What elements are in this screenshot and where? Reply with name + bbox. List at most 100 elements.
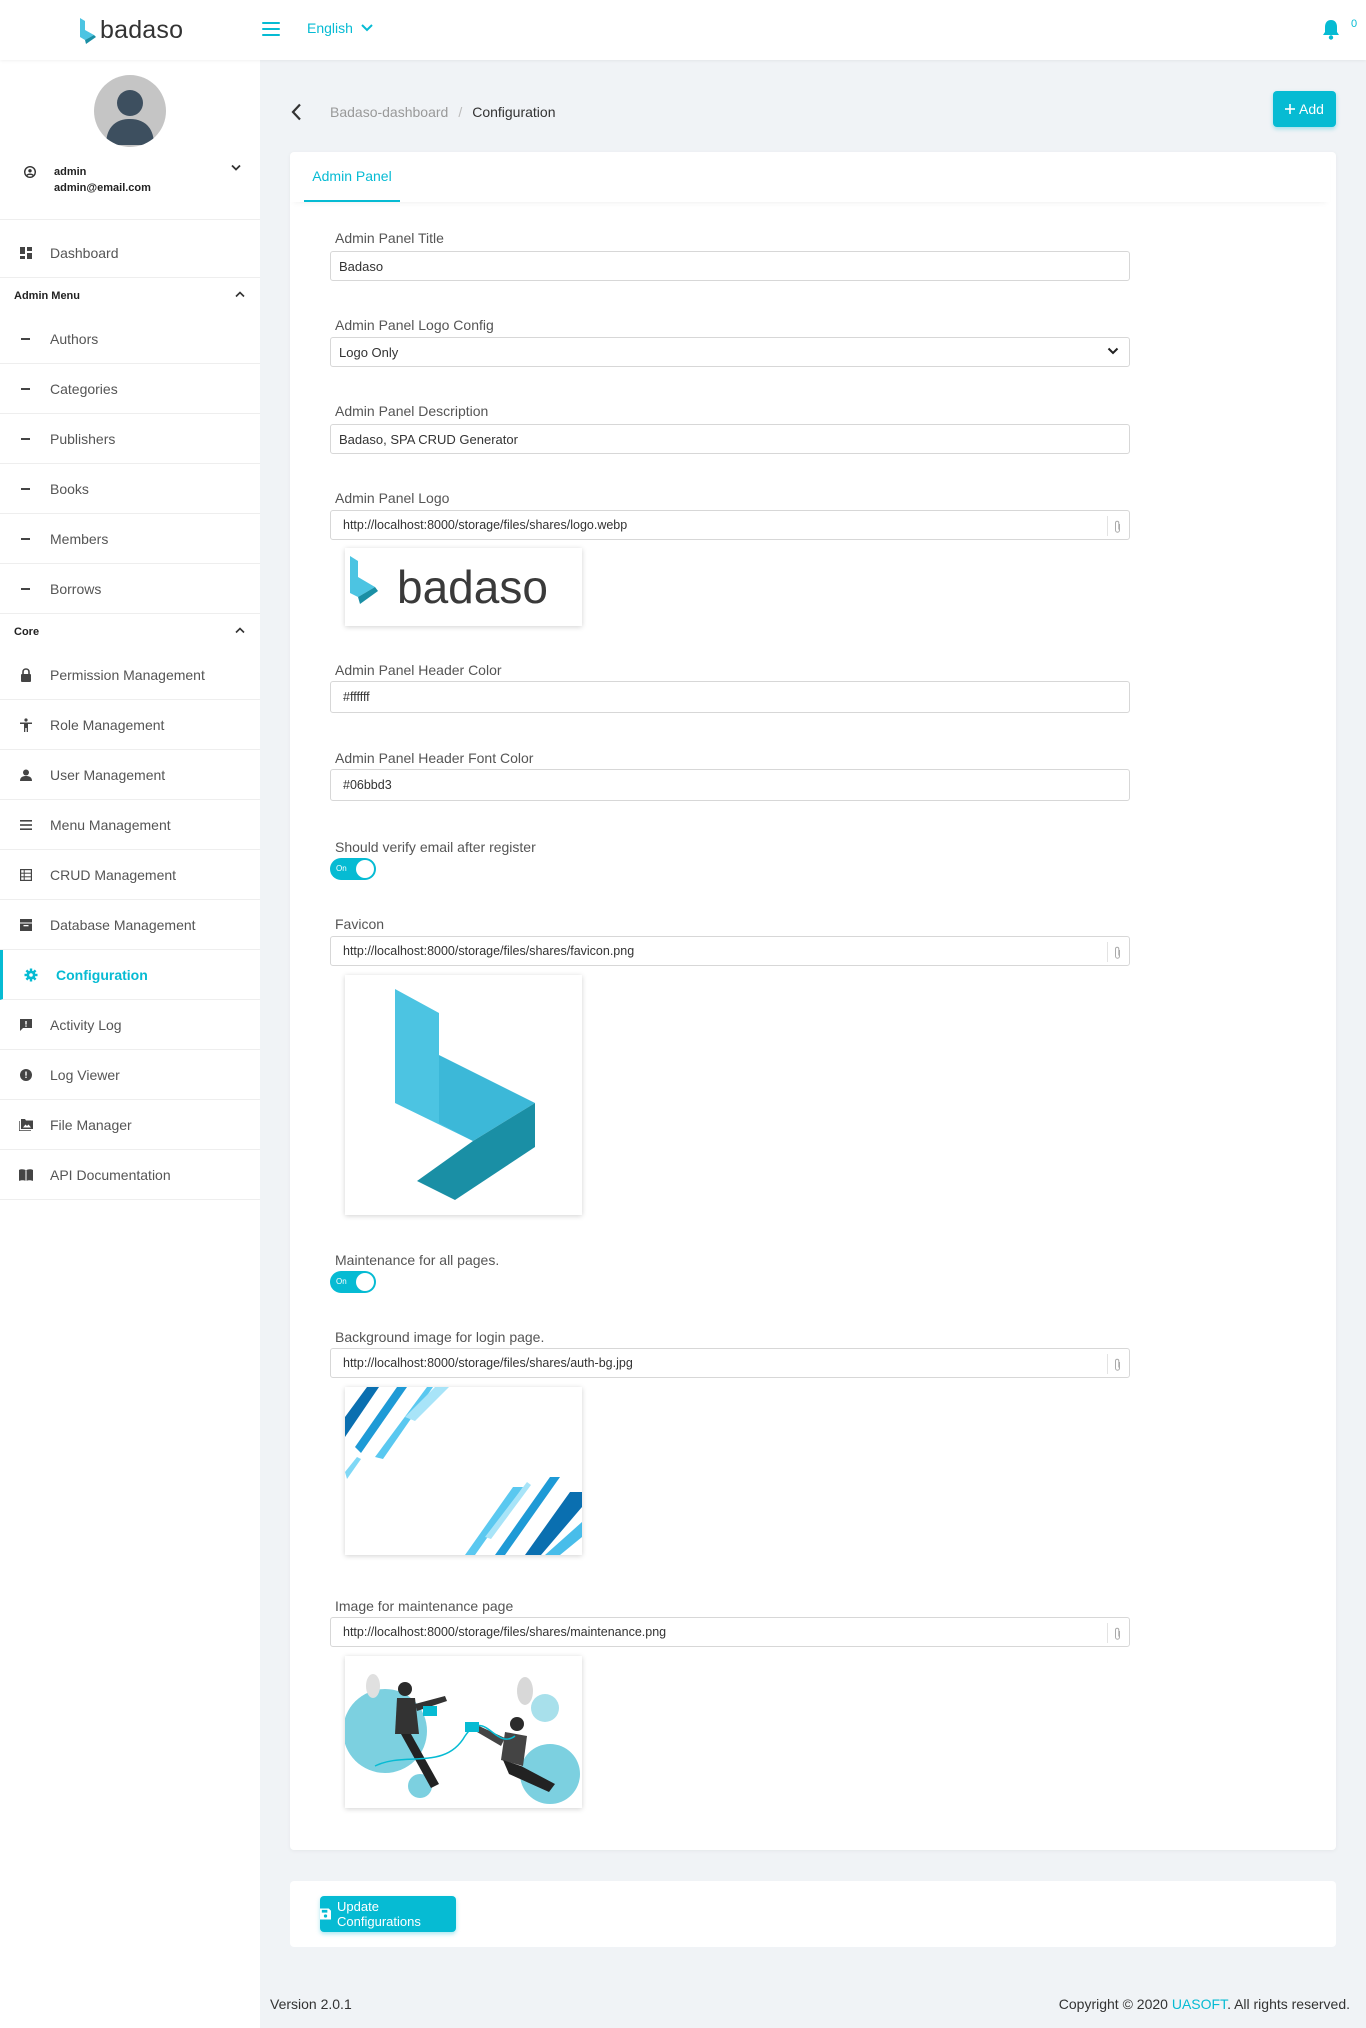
sidebar-item-dashboard[interactable]: Dashboard <box>0 228 260 278</box>
input-value: Badaso <box>339 258 384 274</box>
input-value: Badaso, SPA CRUD Generator <box>339 431 518 447</box>
verify-email-toggle[interactable]: On <box>330 858 376 880</box>
dash-icon <box>21 388 30 390</box>
sidebar-item-log-viewer[interactable]: Log Viewer <box>0 1050 260 1100</box>
gear-icon <box>23 967 39 983</box>
paperclip-icon[interactable] <box>1107 516 1121 536</box>
header-color-input[interactable]: #ffffff <box>330 681 1130 713</box>
input-value: http://localhost:8000/storage/files/shar… <box>343 518 628 532</box>
admin-panel-description-label: Admin Panel Description <box>335 403 489 419</box>
sidebar-item-label: Configuration <box>56 966 148 983</box>
sidebar-item-crud-management[interactable]: CRUD Management <box>0 850 260 900</box>
brand-link[interactable]: UASOFT <box>1172 1996 1227 2012</box>
bell-icon[interactable] <box>1322 18 1340 40</box>
sidebar-item-books[interactable]: Books <box>0 464 260 514</box>
sidebar-item-authors[interactable]: Authors <box>0 314 260 364</box>
menu-icon <box>18 817 34 833</box>
tab-bar: Admin Panel <box>290 152 1330 202</box>
sidebar-item-label: Log Viewer <box>50 1066 120 1083</box>
paperclip-icon[interactable] <box>1107 1623 1121 1643</box>
notification-count: 0 <box>1351 18 1358 30</box>
maintenance-illustration-image <box>345 1674 580 1804</box>
chevron-up-icon <box>235 291 245 298</box>
login-background-input[interactable]: http://localhost:8000/storage/files/shar… <box>330 1348 1130 1378</box>
badaso-logo[interactable]: badaso <box>78 16 183 45</box>
chevron-down-icon[interactable] <box>230 164 242 172</box>
add-button[interactable]: Add <box>1273 91 1336 127</box>
sidebar-item-permission-management[interactable]: Permission Management <box>0 650 260 700</box>
sidebar-item-activity-log[interactable]: Activity Log <box>0 1000 260 1050</box>
verify-email-label: Should verify email after register <box>335 839 536 855</box>
breadcrumb-root-link[interactable]: Badaso-dashboard <box>330 104 448 120</box>
accessibility-icon <box>18 717 34 733</box>
sidebar-item-label: Menu Management <box>50 816 171 833</box>
breadcrumb-current: Configuration <box>472 104 556 120</box>
sidebar-item-categories[interactable]: Categories <box>0 364 260 414</box>
input-value: #ffffff <box>343 690 370 704</box>
admin-panel-logo-label: Admin Panel Logo <box>335 490 450 506</box>
sidebar-item-database-management[interactable]: Database Management <box>0 900 260 950</box>
sidebar-item-borrows[interactable]: Borrows <box>0 564 260 614</box>
maintenance-image-preview <box>345 1656 582 1808</box>
update-button-label: Update Configurations <box>337 1899 421 1929</box>
dash-icon <box>21 488 30 490</box>
configuration-card: Admin Panel Admin Panel Title Badaso Adm… <box>290 152 1336 1850</box>
admin-panel-logo-config-label: Admin Panel Logo Config <box>335 317 494 333</box>
footer-copyright: Copyright © 2020 UASOFT. All rights rese… <box>1059 1996 1350 2012</box>
paperclip-icon[interactable] <box>1107 1354 1121 1374</box>
maintenance-image-label: Image for maintenance page <box>335 1598 514 1614</box>
user-profile[interactable]: admin admin@email.com <box>0 160 260 220</box>
dash-icon <box>21 538 30 540</box>
toggle-knob <box>356 860 374 878</box>
sidebar-item-publishers[interactable]: Publishers <box>0 414 260 464</box>
sidebar-item-label: CRUD Management <box>50 866 177 883</box>
header-font-color-label: Admin Panel Header Font Color <box>335 750 534 766</box>
person-avatar-icon <box>106 90 154 145</box>
plus-icon <box>1285 104 1296 114</box>
copyright-suffix: . All rights reserved. <box>1227 1996 1350 2012</box>
sidebar-item-label: Categories <box>50 380 118 397</box>
avatar <box>94 75 166 147</box>
maintenance-image-input[interactable]: http://localhost:8000/storage/files/shar… <box>330 1617 1130 1647</box>
admin-panel-description-input[interactable]: Badaso, SPA CRUD Generator <box>330 424 1130 454</box>
dash-icon <box>21 588 30 590</box>
folder-images-icon <box>18 1117 34 1133</box>
sidebar-item-configuration[interactable]: Configuration <box>0 950 260 1000</box>
lock-icon <box>18 667 34 683</box>
badaso-favicon-image <box>395 989 535 1200</box>
admin-menu-group[interactable]: Admin Menu <box>0 278 260 314</box>
favicon-preview <box>345 975 582 1215</box>
sidebar-item-menu-management[interactable]: Menu Management <box>0 800 260 850</box>
breadcrumb-separator: / <box>458 104 463 120</box>
admin-panel-logo-config-select[interactable]: Logo Only <box>330 337 1130 367</box>
update-configurations-button[interactable]: Update Configurations <box>320 1896 456 1932</box>
tab-admin-panel[interactable]: Admin Panel <box>304 152 400 202</box>
save-icon <box>320 1908 332 1920</box>
sidebar-item-file-manager[interactable]: File Manager <box>0 1100 260 1150</box>
admin-panel-logo-input[interactable]: http://localhost:8000/storage/files/shar… <box>330 510 1130 540</box>
select-value: Logo Only <box>339 344 399 360</box>
header-font-color-input[interactable]: #06bbd3 <box>330 769 1130 801</box>
sidebar-item-api-documentation[interactable]: API Documentation <box>0 1150 260 1200</box>
language-selector[interactable]: English <box>307 20 373 36</box>
chevron-up-icon <box>235 627 245 634</box>
sidebar-item-label: Authors <box>50 330 99 347</box>
back-arrow-icon[interactable] <box>290 100 310 124</box>
sidebar-item-user-management[interactable]: User Management <box>0 750 260 800</box>
maintenance-toggle[interactable]: On <box>330 1271 376 1293</box>
hamburger-menu-icon[interactable] <box>262 22 280 36</box>
input-value: http://localhost:8000/storage/files/shar… <box>343 1625 667 1639</box>
logo-preview-text: badaso <box>397 561 548 613</box>
paperclip-icon[interactable] <box>1107 942 1121 962</box>
save-bar: Update Configurations <box>290 1881 1336 1947</box>
favicon-input[interactable]: http://localhost:8000/storage/files/shar… <box>330 936 1130 966</box>
admin-panel-title-label: Admin Panel Title <box>335 230 444 246</box>
sidebar-item-label: User Management <box>50 766 166 783</box>
user-email: admin@email.com <box>54 182 151 194</box>
sidebar-item-role-management[interactable]: Role Management <box>0 700 260 750</box>
admin-panel-title-input[interactable]: Badaso <box>330 251 1130 281</box>
dash-icon <box>21 438 30 440</box>
sidebar-item-members[interactable]: Members <box>0 514 260 564</box>
alert-circle-icon <box>18 1067 34 1083</box>
core-group[interactable]: Core <box>0 614 260 650</box>
